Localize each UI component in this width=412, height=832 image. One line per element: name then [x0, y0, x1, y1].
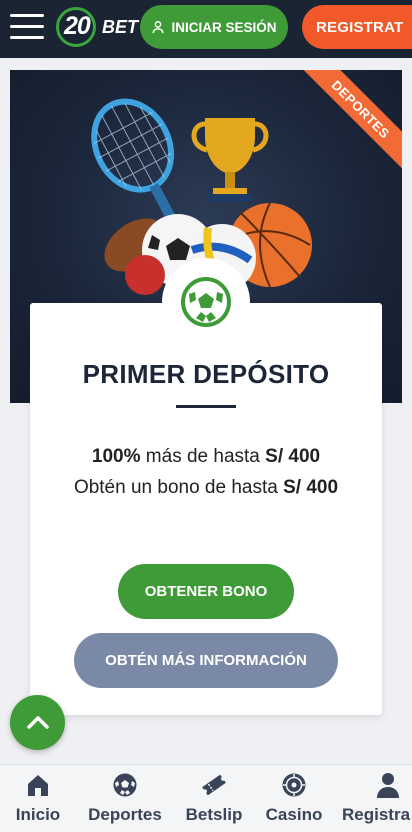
get-bonus-button[interactable]: OBTENER BONO	[118, 564, 294, 619]
promo-title: PRIMER DEPÓSITO	[82, 359, 330, 389]
roulette-icon	[280, 771, 308, 799]
nav-item-inicio[interactable]: Inicio	[12, 765, 64, 832]
nav-item-betslip[interactable]: Betslip	[182, 765, 246, 832]
offer-text-1: más de hasta	[140, 446, 266, 467]
soccer-ball-badge-icon	[181, 277, 231, 327]
nav-item-registra[interactable]: Registra	[342, 765, 412, 832]
title-divider	[176, 405, 236, 408]
soccer-ball-icon	[111, 771, 139, 799]
logo-text: BET	[102, 17, 138, 37]
offer-text-2: Obtén un bono de hasta	[73, 477, 284, 498]
login-button[interactable]: INICIAR SESIÓN	[140, 5, 288, 49]
card-badge	[162, 258, 250, 346]
trophy-icon	[191, 118, 269, 202]
register-button[interactable]: REGISTRAT	[302, 5, 412, 49]
red-ball-icon	[125, 255, 165, 295]
nav-label: Betslip	[185, 805, 243, 824]
offer-amount-1: S/ 400	[265, 446, 321, 467]
offer-percent: 100%	[91, 446, 141, 467]
offer-line-2: Obtén un bono de hasta S/ 400	[30, 477, 382, 499]
offer-line-1: 100% más de hasta S/ 400	[30, 446, 382, 468]
brand-logo[interactable]: 20 BET	[56, 7, 140, 47]
app-root: 20 BET INICIAR SESIÓN REGISTRAT DEPORTES	[0, 0, 412, 832]
nav-item-deportes[interactable]: Deportes	[84, 765, 166, 832]
logo-number: 20	[64, 12, 91, 40]
more-info-button[interactable]: OBTÉN MÁS INFORMACIÓN	[74, 633, 338, 688]
bottom-navigation: Inicio Deportes Betslip Casino Registra	[0, 764, 412, 832]
chevron-up-icon	[26, 715, 49, 729]
menu-icon[interactable]	[10, 12, 44, 42]
nav-label: Inicio	[15, 805, 61, 824]
nav-label: Registra	[342, 805, 411, 824]
login-label: INICIAR SESIÓN	[171, 19, 277, 35]
ticket-icon	[200, 771, 228, 799]
nav-item-casino[interactable]: Casino	[263, 765, 325, 832]
offer-amount-2: S/ 400	[283, 477, 339, 498]
scroll-to-top-button[interactable]	[10, 695, 65, 750]
home-icon	[24, 771, 52, 799]
nav-label: Casino	[265, 805, 323, 824]
nav-label: Deportes	[88, 805, 162, 824]
user-icon	[374, 771, 402, 799]
user-outline-icon	[152, 21, 164, 34]
top-header: 20 BET INICIAR SESIÓN REGISTRAT	[0, 0, 412, 58]
promo-card: PRIMER DEPÓSITO 100% más de hasta S/ 400…	[30, 303, 382, 715]
register-label: REGISTRAT	[316, 18, 404, 36]
